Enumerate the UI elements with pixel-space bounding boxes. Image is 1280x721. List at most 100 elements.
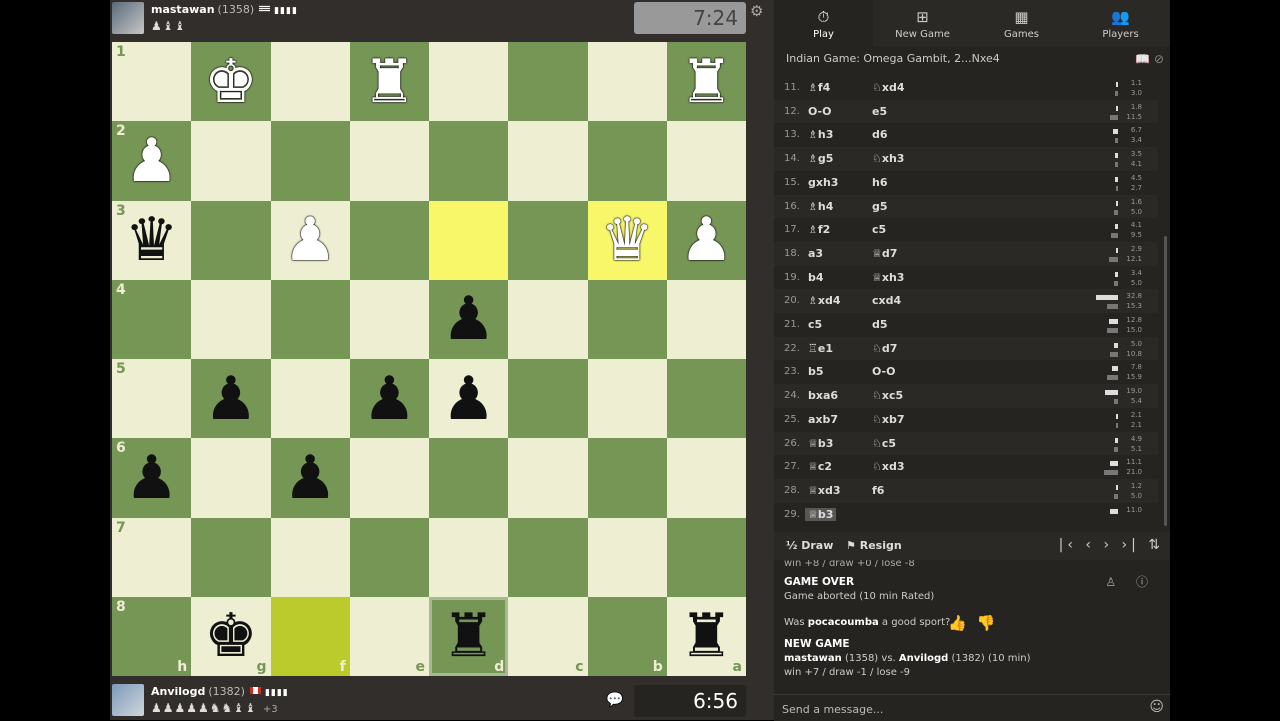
board-square[interactable] — [666, 359, 746, 439]
white-queen-icon[interactable]: ♛ — [600, 210, 654, 270]
black-pawn-icon[interactable]: ♟ — [204, 369, 258, 429]
black-pawn-icon[interactable]: ♟ — [362, 369, 416, 429]
board-square[interactable] — [587, 359, 667, 439]
board-square[interactable]: ♟ — [270, 200, 350, 280]
board-square[interactable] — [270, 517, 350, 597]
white-move[interactable]: c5 — [808, 318, 822, 331]
black-move[interactable]: h6 — [872, 176, 888, 189]
top-player-name[interactable]: mastawan (1358) ▮▮▮▮ — [151, 3, 298, 16]
thumbs-up-icon[interactable]: 👍👎 — [948, 614, 1005, 632]
board-square[interactable] — [349, 121, 429, 201]
white-move[interactable]: ♗g5 — [808, 152, 833, 165]
board-square[interactable] — [587, 517, 667, 597]
draw-button[interactable]: ½ Draw — [786, 539, 833, 552]
black-move[interactable]: e5 — [872, 105, 887, 118]
board-square[interactable] — [508, 42, 588, 122]
white-move[interactable]: ♗h3 — [808, 128, 833, 141]
board-square[interactable] — [587, 279, 667, 359]
black-move[interactable]: d5 — [872, 318, 888, 331]
message-input[interactable] — [780, 699, 1144, 719]
book-icon[interactable]: 📖 ⊘ — [1135, 52, 1164, 66]
board-square[interactable]: ♚ — [191, 42, 271, 122]
tab-games[interactable]: ▦ Games — [972, 0, 1071, 46]
board-square[interactable] — [666, 121, 746, 201]
board-square[interactable]: 3 ♛ — [112, 200, 192, 280]
black-move[interactable]: ♘xb7 — [872, 413, 904, 426]
board-square[interactable] — [587, 121, 667, 201]
white-move[interactable]: O-O — [808, 105, 831, 118]
board-square[interactable] — [587, 438, 667, 518]
bottom-player-name[interactable]: Anvilogd (1382) ▮▮▮▮ — [151, 685, 289, 698]
board-square[interactable] — [429, 42, 509, 122]
chat-settings-icon[interactable]: ♙ ⓘ — [1105, 573, 1156, 590]
black-move[interactable]: ♘c5 — [872, 437, 896, 450]
board-square[interactable] — [508, 359, 588, 439]
white-move[interactable]: ♗h4 — [808, 200, 833, 213]
black-move[interactable]: f6 — [872, 484, 884, 497]
board-square[interactable] — [270, 359, 350, 439]
white-move[interactable]: ♕c2 — [808, 460, 832, 473]
board-square[interactable] — [508, 200, 588, 280]
black-king-icon[interactable]: ♚ — [204, 606, 258, 666]
board-square[interactable] — [666, 438, 746, 518]
board-square[interactable] — [429, 121, 509, 201]
black-rook-icon[interactable]: ♜ — [679, 606, 733, 666]
white-rook-icon[interactable]: ♜ — [679, 52, 733, 112]
board-square[interactable] — [270, 279, 350, 359]
board-square[interactable]: 4 — [112, 279, 192, 359]
board-square[interactable] — [349, 438, 429, 518]
avatar[interactable] — [112, 684, 144, 716]
board-square[interactable] — [191, 517, 271, 597]
white-move[interactable]: ♗f2 — [808, 223, 830, 236]
board-square[interactable] — [191, 121, 271, 201]
chess-board[interactable]: 1 ♚ ♜ ♜ 2 ♟ 3 ♛ ♟ ♛ ♟ 4 ♟ 5 ♟ ♟ ♟ 6 ♟ ♟ 7 8 h g ♚ f e d ♜ c b a ♜ — [112, 42, 746, 676]
board-square[interactable] — [270, 121, 350, 201]
white-pawn-icon[interactable]: ♟ — [125, 131, 179, 191]
white-pawn-icon[interactable]: ♟ — [679, 210, 733, 270]
board-square[interactable] — [191, 438, 271, 518]
board-square[interactable] — [508, 517, 588, 597]
board-square[interactable]: 8h — [112, 596, 192, 676]
black-move[interactable]: d6 — [872, 128, 888, 141]
board-square[interactable]: ♛ — [587, 200, 667, 280]
tab-play[interactable]: ⏱ Play — [774, 0, 873, 46]
board-square[interactable] — [191, 279, 271, 359]
black-move[interactable]: O-O — [872, 365, 895, 378]
board-square[interactable] — [270, 42, 350, 122]
board-square[interactable]: b — [587, 596, 667, 676]
black-move[interactable]: c5 — [872, 223, 886, 236]
scrollbar[interactable] — [1164, 236, 1167, 526]
board-square[interactable]: 1 — [112, 42, 192, 122]
board-square[interactable]: g ♚ — [191, 596, 271, 676]
board-square[interactable] — [349, 517, 429, 597]
board-square[interactable] — [666, 517, 746, 597]
board-square[interactable] — [666, 279, 746, 359]
board-square[interactable]: 5 — [112, 359, 192, 439]
white-move[interactable]: axb7 — [808, 413, 838, 426]
emoji-icon[interactable]: ☺ — [1149, 699, 1164, 715]
white-pawn-icon[interactable]: ♟ — [283, 210, 337, 270]
move-list[interactable]: 11. ♗f4 ♘xd4 1.1 3.0 12. O-O e5 1.8 11.5 13. ♗h3 d6 6… — [774, 76, 1158, 528]
board-square[interactable] — [429, 517, 509, 597]
chat-bubble-icon[interactable]: 💬 — [606, 692, 623, 708]
black-move[interactable]: cxd4 — [872, 294, 901, 307]
white-move[interactable]: ♗f4 — [808, 81, 830, 94]
white-move[interactable]: ♕b3 — [808, 437, 833, 450]
board-square[interactable]: ♟ — [270, 438, 350, 518]
black-pawn-icon[interactable]: ♟ — [442, 289, 496, 349]
black-move[interactable]: ♘xd3 — [872, 460, 904, 473]
board-square[interactable]: ♟ — [349, 359, 429, 439]
white-move[interactable]: ♗xd4 — [808, 294, 840, 307]
black-move[interactable]: ♘xc5 — [872, 389, 903, 402]
black-pawn-icon[interactable]: ♟ — [125, 448, 179, 508]
white-move[interactable]: ♕b3 — [805, 507, 837, 521]
white-move[interactable]: b4 — [808, 271, 824, 284]
board-square[interactable] — [349, 200, 429, 280]
board-square[interactable]: a ♜ — [666, 596, 746, 676]
black-move[interactable]: ♘xh3 — [872, 152, 904, 165]
black-move[interactable]: ♘d7 — [872, 342, 897, 355]
board-square[interactable]: f — [270, 596, 350, 676]
black-pawn-icon[interactable]: ♟ — [283, 448, 337, 508]
board-square[interactable] — [191, 200, 271, 280]
gear-icon[interactable]: ⚙ — [750, 2, 763, 20]
